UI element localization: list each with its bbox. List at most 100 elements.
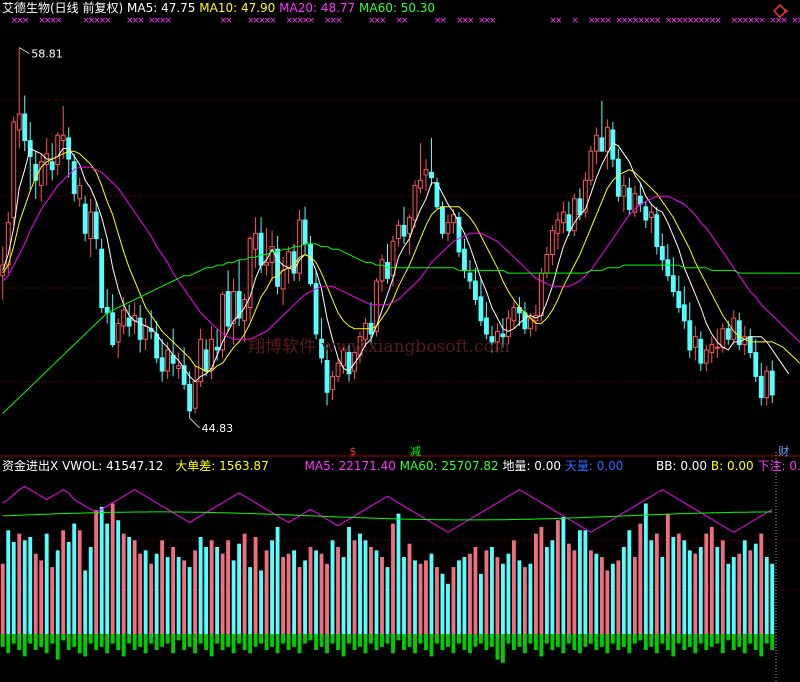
volume-bar xyxy=(533,533,538,634)
event-marker[interactable]: 财 xyxy=(778,444,789,458)
volume-bar xyxy=(473,547,478,634)
candle-body xyxy=(143,325,149,340)
signal-marker: × xyxy=(55,16,63,26)
big-order-bar xyxy=(83,634,88,657)
big-order-bar xyxy=(6,634,11,654)
volume-bar xyxy=(358,533,362,634)
volume-bar xyxy=(479,573,483,634)
volume-bar xyxy=(737,553,742,634)
big-order-bar xyxy=(396,634,401,641)
candle-body xyxy=(11,121,17,218)
volume-bar xyxy=(457,560,461,634)
volume-bar xyxy=(77,530,82,634)
volume-bar xyxy=(319,553,324,634)
volume-bar xyxy=(297,567,302,634)
volume-bar xyxy=(610,563,615,634)
volume-bar xyxy=(193,550,198,634)
volume-bar xyxy=(715,547,720,634)
candle-body xyxy=(764,370,770,399)
candle-body xyxy=(93,211,99,240)
big-order-bar xyxy=(479,634,483,644)
volume-bar xyxy=(770,563,775,634)
event-marker[interactable]: $ xyxy=(350,445,357,458)
big-order-bar xyxy=(495,634,500,660)
big-order-bar xyxy=(259,634,264,644)
big-order-bar xyxy=(286,634,291,650)
big-order-bar xyxy=(490,634,494,647)
big-order-bar xyxy=(544,634,549,644)
watermark-text: 翔博软件 www.xiangbosoft.com xyxy=(248,337,510,357)
volume-bar xyxy=(643,503,648,634)
candle-body xyxy=(231,291,237,324)
volume-bar xyxy=(94,510,99,634)
volume-bar xyxy=(555,520,560,634)
volume-bar xyxy=(22,540,27,634)
big-order-bar xyxy=(616,634,621,650)
big-order-bar xyxy=(116,634,121,650)
volume-bar xyxy=(83,570,88,634)
big-order-bar xyxy=(88,634,93,644)
volume-bar xyxy=(99,506,104,634)
big-order-bar xyxy=(231,634,236,654)
volume-bar xyxy=(665,513,670,634)
volume-bar xyxy=(380,557,384,634)
event-marker[interactable]: 减 xyxy=(410,445,421,458)
volume-bar xyxy=(424,560,428,634)
volume-bar xyxy=(506,553,511,634)
high-price-label: 58.81 xyxy=(31,48,62,61)
candle-body xyxy=(445,222,451,234)
candle-body xyxy=(313,283,319,335)
candle-body xyxy=(110,312,116,346)
big-order-bar xyxy=(17,634,22,650)
volume-bar xyxy=(544,547,549,634)
volume-bar xyxy=(308,547,313,634)
signal-marker: × xyxy=(555,16,563,26)
candle-body xyxy=(225,291,231,327)
volume-bar xyxy=(753,543,758,634)
candle-body xyxy=(753,352,759,377)
volume-bar xyxy=(264,550,269,634)
big-order-bar xyxy=(55,634,60,660)
volume-bar xyxy=(248,567,253,634)
big-order-bar xyxy=(429,634,434,657)
volume-bar xyxy=(638,523,643,634)
volume-bar xyxy=(731,557,736,634)
big-order-bar xyxy=(555,634,560,647)
signal-marker: × xyxy=(467,16,475,26)
candle-body xyxy=(566,214,572,232)
big-order-bar xyxy=(39,634,44,647)
candle-body xyxy=(280,269,286,290)
big-order-bar xyxy=(572,634,577,650)
candle-body xyxy=(440,206,445,234)
candle-body xyxy=(698,338,704,364)
candle-body xyxy=(665,259,671,277)
big-order-bar xyxy=(654,634,659,654)
candle-body xyxy=(286,251,291,269)
big-order-bar xyxy=(292,634,296,647)
big-order-bar xyxy=(770,634,775,650)
candle-body xyxy=(473,280,478,301)
ma5-indicator-legend: MA5: 22171.40 xyxy=(304,459,396,473)
candle-body xyxy=(77,185,83,200)
big-order-bar xyxy=(336,634,340,650)
big-order-bar xyxy=(676,634,681,644)
signal-marker: × xyxy=(308,16,316,26)
big-order-bar xyxy=(671,634,676,657)
big-order-bar xyxy=(314,634,318,650)
volume-bar xyxy=(402,557,406,634)
big-order-bar xyxy=(215,634,220,644)
volume-bar xyxy=(391,523,395,634)
volume-bar xyxy=(55,550,60,634)
signal-marker: × xyxy=(489,16,497,26)
candle-body xyxy=(577,198,583,216)
big-order-bar xyxy=(380,634,384,647)
volume-bar xyxy=(583,530,588,634)
candle-body xyxy=(121,309,127,327)
big-order-bar xyxy=(127,634,132,644)
candle-body xyxy=(335,362,341,377)
diamond-logo-icon[interactable] xyxy=(772,3,791,22)
big-order-bar xyxy=(44,634,49,654)
volume-bar xyxy=(121,533,126,634)
signal-marker: × xyxy=(758,16,766,26)
volume-bar xyxy=(6,530,11,634)
